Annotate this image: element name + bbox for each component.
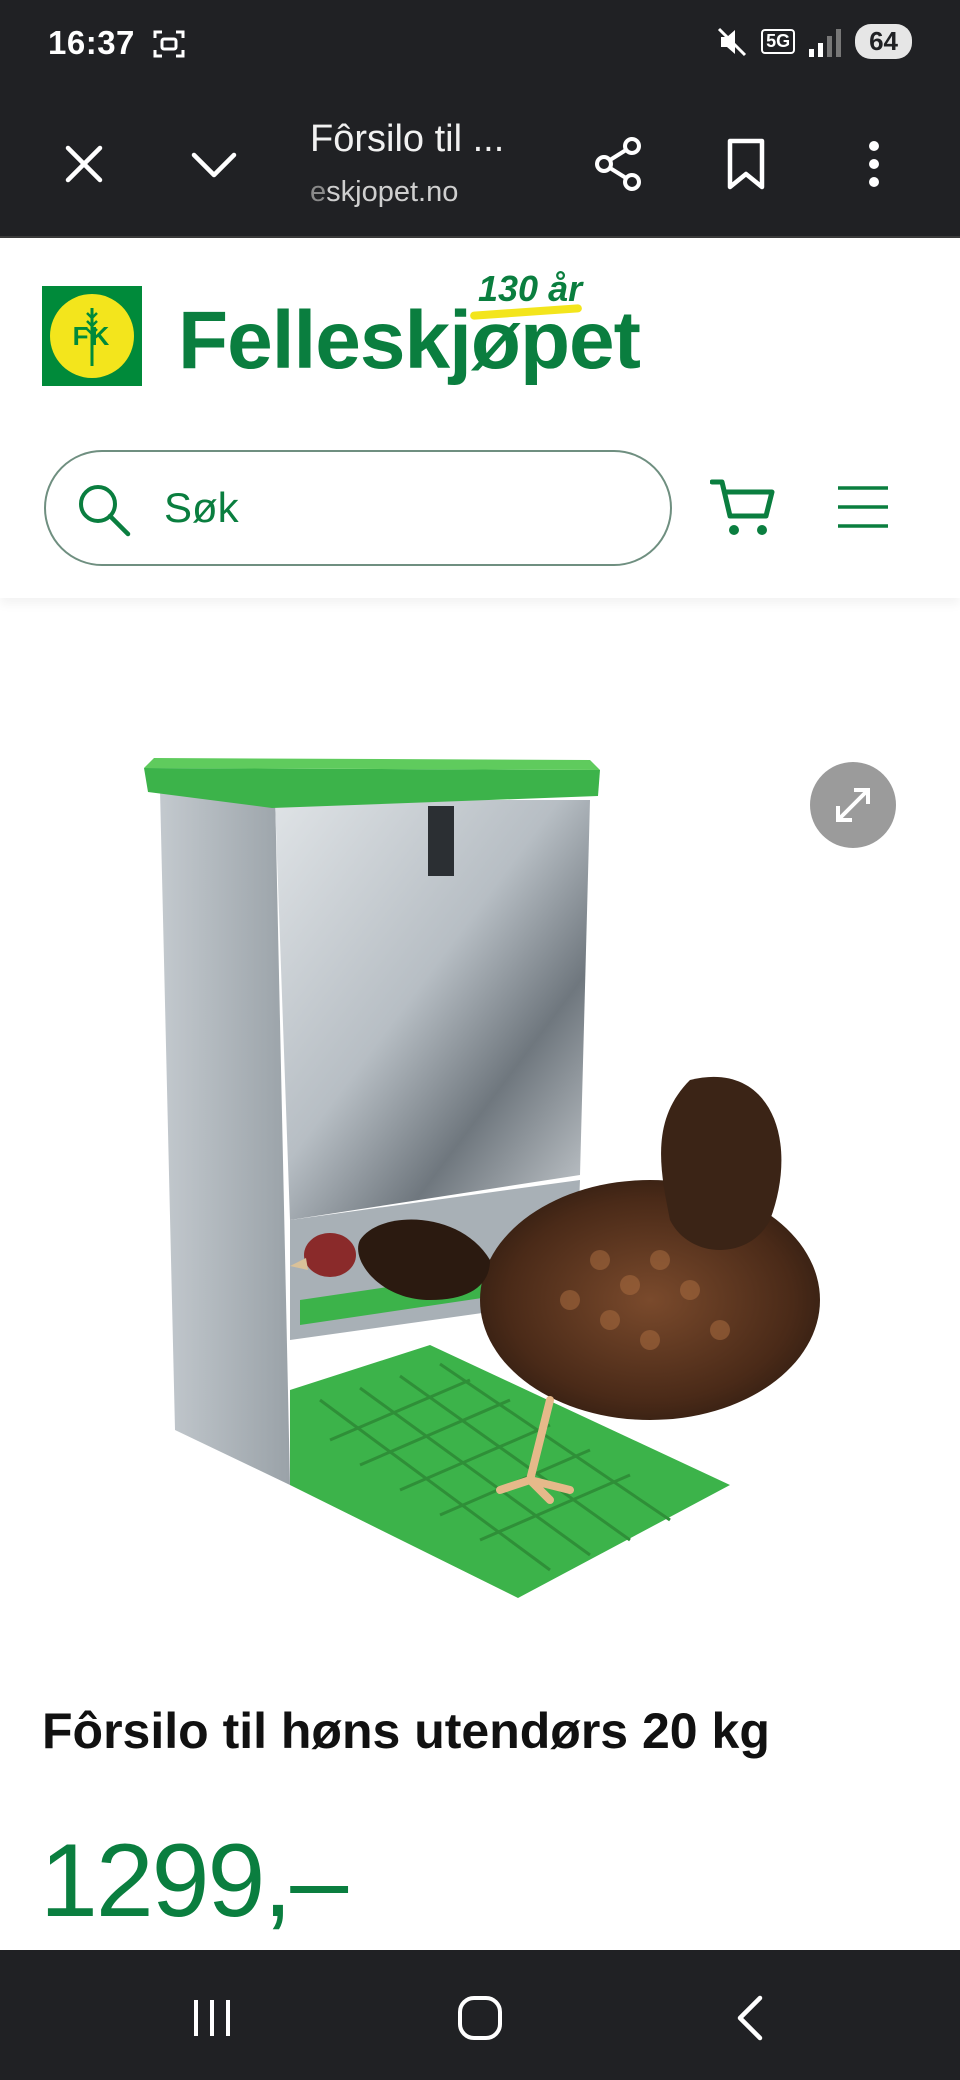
product-image[interactable]: [130, 740, 830, 1620]
site-header: FK Felleskjøpet 130 år Søk: [0, 238, 960, 598]
page-url[interactable]: eskjopet.no: [310, 176, 458, 209]
browser-toolbar: Fôrsilo til ... eskjopet.no: [0, 90, 960, 238]
brand-logo[interactable]: FK: [42, 286, 142, 386]
hen-head: [304, 1233, 356, 1277]
back-button[interactable]: [710, 1978, 790, 2058]
url-domain: skjopet.no: [326, 176, 459, 208]
product-price: 1299,–: [40, 1823, 348, 1939]
search-input[interactable]: Søk: [164, 484, 239, 532]
home-icon: [458, 1996, 502, 2040]
url-prefix: e: [310, 176, 327, 208]
wheat-icon: [86, 308, 98, 366]
system-nav-bar: [0, 1950, 960, 2080]
signal-icon: [809, 28, 842, 57]
tab-title[interactable]: Fôrsilo til ...: [310, 118, 504, 161]
anniversary-badge: 130 år: [478, 268, 583, 309]
expand-image-button[interactable]: [810, 762, 896, 848]
share-button[interactable]: [582, 128, 654, 200]
home-button[interactable]: [440, 1978, 520, 2058]
more-vertical-icon: [869, 141, 879, 187]
screen-capture-icon: [153, 30, 185, 58]
battery-indicator: 64: [855, 24, 912, 59]
chevron-down-icon: [191, 152, 237, 178]
hamburger-menu-icon: [838, 486, 888, 528]
share-icon: [595, 137, 641, 191]
logo-emblem: FK: [50, 294, 134, 378]
status-indicators: 5G 64: [715, 24, 912, 59]
status-time: 16:37: [48, 24, 135, 61]
recent-apps-icon: [194, 2000, 230, 2036]
feeder-latch: [428, 806, 454, 876]
hen-tail: [661, 1076, 782, 1250]
shopping-cart-icon: [709, 479, 775, 535]
close-icon: [65, 145, 103, 183]
search-bar[interactable]: Søk: [44, 450, 672, 566]
back-icon: [737, 1995, 763, 2041]
more-options-button[interactable]: [838, 128, 910, 200]
cart-button[interactable]: [709, 476, 776, 540]
mute-icon: [718, 27, 747, 56]
minimize-tab-button[interactable]: [178, 128, 250, 200]
status-bar: 16:37 5G 64: [0, 0, 960, 90]
recent-apps-button[interactable]: [172, 1978, 252, 2058]
network-label: 5G: [761, 29, 796, 54]
menu-button[interactable]: [836, 484, 890, 530]
product-title: Fôrsilo til høns utendørs 20 kg: [42, 1703, 770, 1759]
close-tab-button[interactable]: [48, 128, 120, 200]
bookmark-button[interactable]: [710, 128, 782, 200]
bookmark-icon: [727, 138, 765, 190]
feeder-side-panel: [160, 790, 290, 1485]
expand-icon: [836, 788, 870, 822]
search-icon: [79, 485, 131, 537]
